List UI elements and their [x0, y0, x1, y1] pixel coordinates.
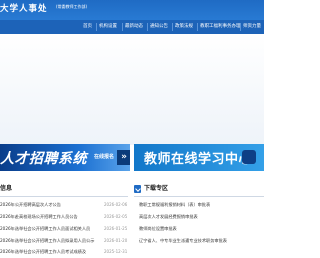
- downloads-title: 下载专区: [144, 185, 169, 192]
- download-item[interactable]: 教职工常规福利报销材料（表）审批表: [139, 200, 210, 210]
- site-header: 大学人事处 (常委教师工作部) 首页 机构设置 最新动态 通知公告 政策法规 教…: [0, 0, 264, 34]
- notices-title: 信息: [0, 185, 13, 192]
- notice-item[interactable]: 2026年选举社会公开招聘工作人员考试成绩及: [0, 247, 86, 257]
- download-item[interactable]: 辽宁省人、中专毕业生派遣专业技术职务审批表: [139, 236, 227, 246]
- nav-item-organization[interactable]: 机构设置: [99, 20, 117, 34]
- notice-date: 2026-01-20: [104, 238, 128, 243]
- recruitment-system-banner[interactable]: 人才招聘系统 在线报名 »: [0, 144, 130, 171]
- chevron-right-icon[interactable]: »: [117, 150, 130, 165]
- download-icon: [134, 185, 141, 193]
- notice-date: 2026-01-25: [104, 226, 128, 231]
- nav-separator: [240, 23, 241, 31]
- nav-item-notices[interactable]: 通知公告: [150, 20, 168, 34]
- nav-item-faculty[interactable]: 师资力量: [243, 20, 261, 34]
- monitor-icon: [242, 150, 256, 164]
- teacher-learning-center-banner[interactable]: 教师在线学习中心: [134, 144, 264, 171]
- site-title[interactable]: 大学人事处: [0, 2, 48, 16]
- notices-divider: [0, 196, 128, 197]
- notice-item[interactable]: 2026年赴高校现场公开招聘工作人员公告: [0, 212, 78, 222]
- nav-separator: [197, 23, 198, 31]
- nav-item-staff-services[interactable]: 教职工福利事务办理: [200, 20, 241, 34]
- nav-separator: [122, 23, 123, 31]
- nav-item-home[interactable]: 首页: [83, 20, 92, 34]
- notice-date: 2025-12-31: [104, 249, 128, 254]
- downloads-divider: [134, 196, 264, 197]
- notice-date: 2026-02-06: [104, 202, 128, 207]
- download-item[interactable]: 教师岗位设置审批表: [139, 224, 177, 234]
- apply-online-label: 在线报名: [94, 154, 115, 160]
- notice-item[interactable]: 2026年公开招聘高层次人才公告: [0, 200, 61, 210]
- learning-center-banner-text: 教师在线学习中心: [144, 152, 253, 167]
- nav-item-policies[interactable]: 政策法规: [175, 20, 193, 34]
- recruitment-banner-text: 人才招聘系统: [0, 151, 87, 167]
- main-nav: 首页 机构设置 最新动态 通知公告 政策法规 教职工福利事务办理 师资力量: [0, 20, 264, 34]
- download-item[interactable]: 高层次人才发展经费报销审批表: [139, 212, 198, 222]
- nav-separator: [172, 23, 173, 31]
- nav-item-news[interactable]: 最新动态: [125, 20, 143, 34]
- banner-area: [0, 34, 264, 145]
- notice-item[interactable]: 2026年选举社会公开招聘工作人员面试相关人员: [0, 224, 90, 234]
- notice-date: 2026-02-05: [104, 214, 128, 219]
- nav-separator: [96, 23, 97, 31]
- site-subtitle: (常委教师工作部): [56, 4, 88, 9]
- nav-separator: [147, 23, 148, 31]
- notice-item[interactable]: 2026年选举社会公开招聘工作人员拟录用人员公示: [0, 236, 94, 246]
